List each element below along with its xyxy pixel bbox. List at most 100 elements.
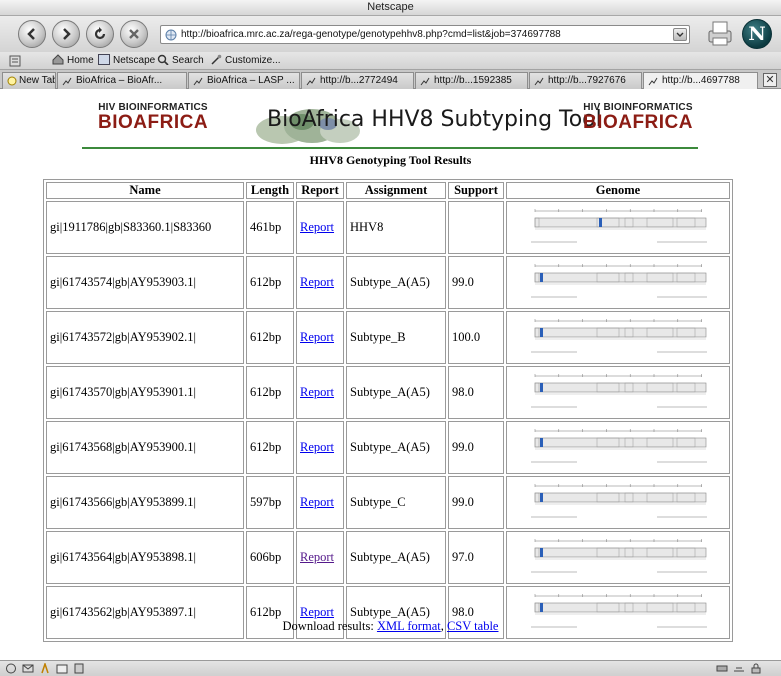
close-icon: ✕ [765,74,775,86]
table-row: gi|61743570|gb|AY953901.1| 612bp Report Sub… [46,366,730,419]
cell-genome [506,366,730,419]
url-bar[interactable]: http://bioafrica.mrc.ac.za/rega-genotype… [160,25,690,44]
cell-report: Report [296,311,344,364]
genome-map-image[interactable] [507,257,729,304]
cell-assignment: Subtype_C [346,476,446,529]
tab-2[interactable]: BioAfrica – LASP ... [188,72,300,89]
new-tab-button[interactable]: New Tab [2,72,56,89]
cell-name: gi|61743574|gb|AY953903.1| [46,256,244,309]
home-bookmark[interactable]: Home [52,54,94,68]
cell-support: 99.0 [448,421,504,474]
cell-genome [506,311,730,364]
xml-format-link[interactable]: XML format [377,619,441,633]
genome-map-image[interactable] [507,367,729,414]
tab-5-label: http://b...7927676 [548,75,626,86]
table-header-row: Name Length Report Assignment Support Ge… [46,182,730,199]
table-row: gi|61743568|gb|AY953900.1| 612bp Report Sub… [46,421,730,474]
netscape-bookmark[interactable]: Netscape [98,54,155,68]
cell-length: 612bp [246,256,294,309]
report-link[interactable]: Report [300,550,334,564]
table-row: gi|61743572|gb|AY953902.1| 612bp Report Sub… [46,311,730,364]
new-tab-icon [7,76,17,86]
netscape-logo[interactable]: N [742,19,772,49]
reload-button[interactable] [86,20,114,48]
personal-toolbar: Home Netscape Search Customize... [0,52,781,70]
report-link[interactable]: Report [300,440,334,454]
logo-right-big-text: BIOAFRICA [582,112,693,133]
tab-4[interactable]: http://b...1592385 [415,72,528,89]
security-lock-icon[interactable] [750,663,762,674]
genome-map-image[interactable] [507,532,729,579]
address-book-icon[interactable] [73,663,85,674]
cell-assignment: Subtype_B [346,311,446,364]
genome-map-image[interactable] [507,477,729,524]
search-label: Search [172,55,204,66]
cell-assignment: Subtype_A(A5) [346,366,446,419]
navigation-toolbar: http://bioafrica.mrc.ac.za/rega-genotype… [0,16,781,52]
csv-table-link[interactable]: CSV table [447,619,499,633]
page-title: HHV8 Genotyping Tool Results [309,153,472,167]
report-link[interactable]: Report [300,495,334,509]
table-row: gi|61743564|gb|AY953898.1| 606bp Report Sub… [46,531,730,584]
tab-1[interactable]: BioAfrica – BioAfr... [57,72,187,89]
instant-messenger-icon[interactable] [39,663,51,674]
report-link[interactable]: Report [300,330,334,344]
tab-6-active[interactable]: http://b...4697788 [643,72,758,89]
genome-map-image[interactable] [507,422,729,469]
cell-name: gi|61743572|gb|AY953902.1| [46,311,244,364]
url-text[interactable]: http://bioafrica.mrc.ac.za/rega-genotype… [181,29,561,40]
online-status-icon[interactable] [733,663,745,674]
banner-divider [82,147,698,149]
home-icon [52,54,64,65]
back-button[interactable] [18,20,46,48]
genome-map-image[interactable] [507,312,729,359]
search-icon [157,54,169,65]
col-header-assignment: Assignment [346,182,446,199]
mail-icon[interactable] [22,663,34,674]
table-row: gi|61743574|gb|AY953903.1| 612bp Report Sub… [46,256,730,309]
cell-assignment: HHV8 [346,201,446,254]
cell-genome [506,201,730,254]
customize-bookmark[interactable]: Customize... [210,54,281,68]
cell-length: 612bp [246,421,294,474]
tab-bar: New Tab BioAfrica – BioAfr... BioAfrica … [0,70,781,89]
col-header-name: Name [46,182,244,199]
tab-3[interactable]: http://b...2772494 [301,72,414,89]
navigator-icon[interactable] [5,663,17,674]
url-history-dropdown[interactable] [673,28,687,41]
my-netscape-icon [98,54,110,65]
tab-5[interactable]: http://b...7927676 [529,72,642,89]
home-label: Home [67,55,94,66]
back-arrow-icon [27,28,35,40]
search-bookmark[interactable]: Search [157,54,204,68]
window-titlebar: Netscape [0,0,781,16]
tab-page-icon [648,77,658,86]
bookmarks-icon[interactable] [8,54,22,68]
report-link[interactable]: Report [300,605,334,619]
download-label: Download results: [282,619,374,633]
genome-map-image[interactable] [507,202,729,249]
close-tab-button[interactable]: ✕ [763,73,777,87]
cell-support: 99.0 [448,476,504,529]
cell-name: gi|61743564|gb|AY953898.1| [46,531,244,584]
composer-icon[interactable] [56,663,68,674]
cell-name: gi|61743566|gb|AY953899.1| [46,476,244,529]
cell-support: 100.0 [448,311,504,364]
stop-button[interactable] [120,20,148,48]
tab-page-icon [420,77,430,86]
cell-support: 98.0 [448,366,504,419]
report-link[interactable]: Report [300,275,334,289]
forward-arrow-icon [63,28,71,40]
cell-name: gi|61743570|gb|AY953901.1| [46,366,244,419]
cell-report: Report [296,201,344,254]
cell-report: Report [296,366,344,419]
report-link[interactable]: Report [300,220,334,234]
popup-blocker-icon[interactable] [716,663,728,674]
forward-button[interactable] [52,20,80,48]
col-header-length: Length [246,182,294,199]
new-tab-label: New Tab [19,75,56,86]
cell-assignment: Subtype_A(A5) [346,256,446,309]
col-header-genome: Genome [506,182,730,199]
report-link[interactable]: Report [300,385,334,399]
print-icon[interactable] [704,18,736,48]
